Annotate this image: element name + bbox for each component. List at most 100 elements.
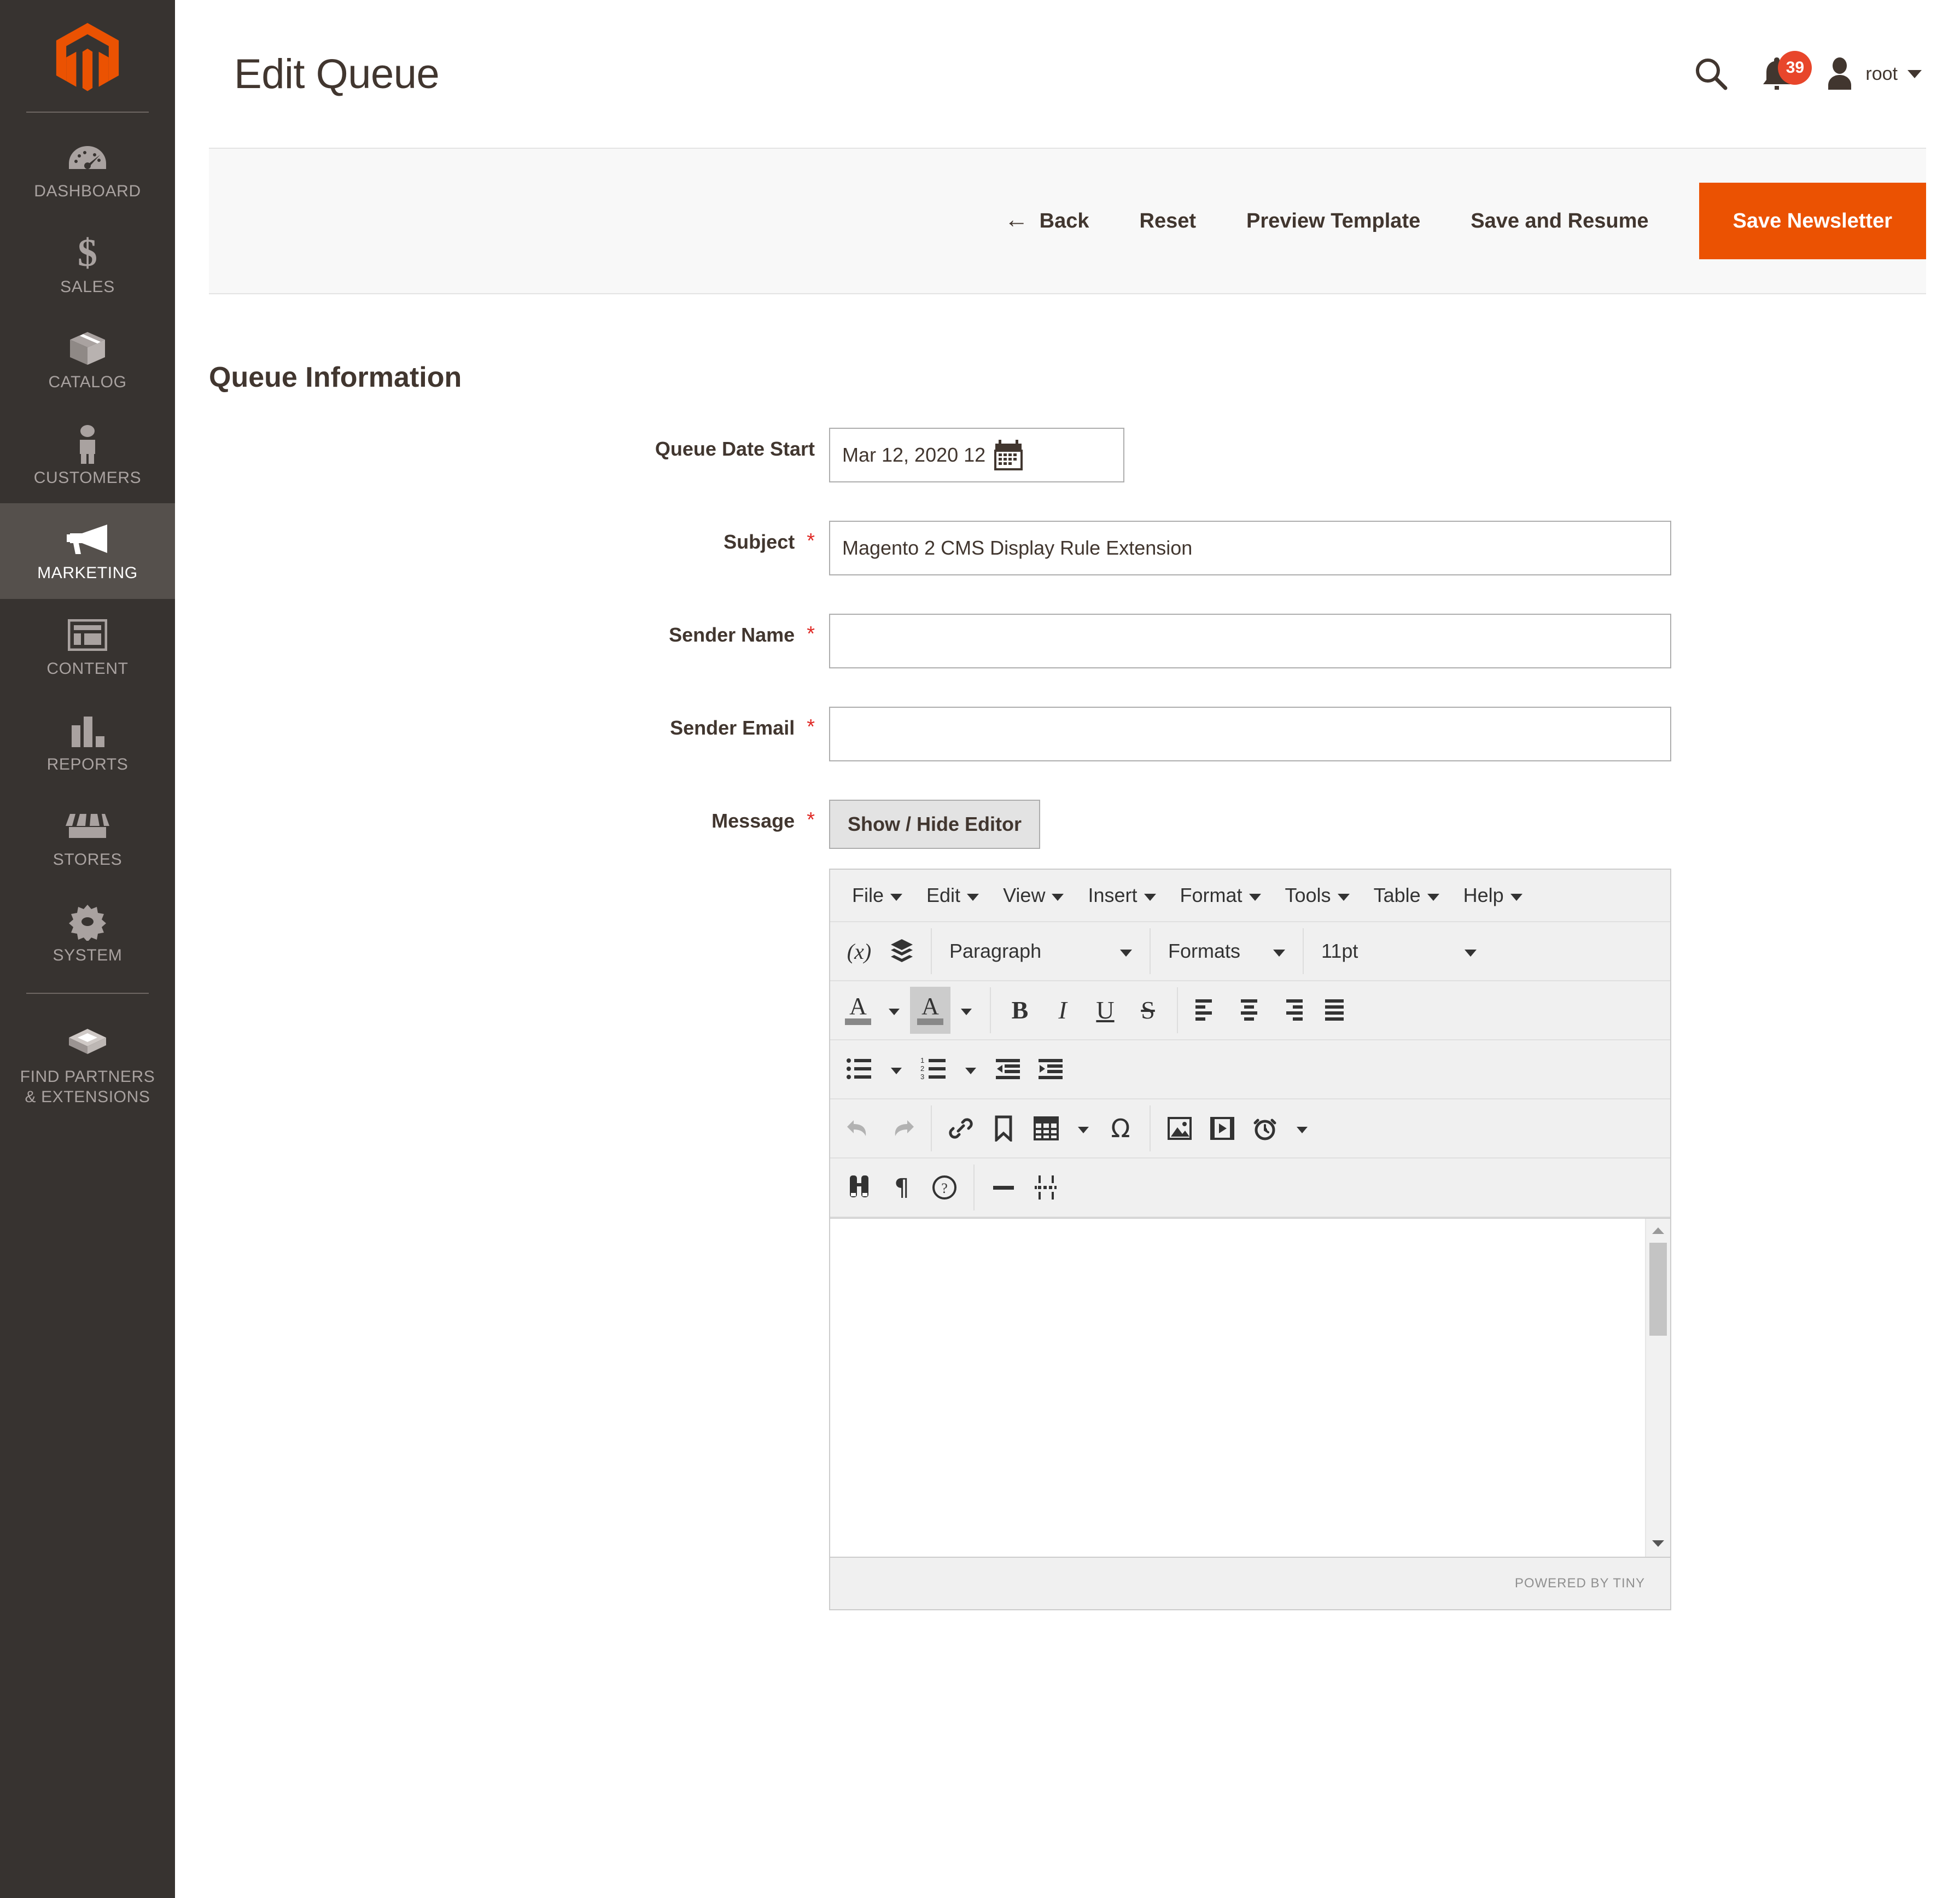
back-button[interactable]: ← Back xyxy=(979,208,1115,233)
sender-name-input[interactable] xyxy=(829,614,1671,668)
chevron-down-icon xyxy=(967,893,979,901)
scroll-down-arrow[interactable] xyxy=(1646,1533,1670,1555)
text-color-dropdown[interactable] xyxy=(878,987,910,1034)
block-format-select[interactable]: Paragraph xyxy=(940,928,1142,975)
insert-datetime-dropdown[interactable] xyxy=(1286,1105,1318,1152)
queue-date-start-label: Queue Date Start xyxy=(655,438,815,460)
chevron-down-icon xyxy=(1427,893,1439,901)
save-and-resume-button[interactable]: Save and Resume xyxy=(1445,209,1673,233)
menu-label: Edit xyxy=(926,884,961,906)
underline-icon[interactable]: U xyxy=(1084,987,1127,1034)
chevron-down-icon xyxy=(1337,893,1350,901)
search-button[interactable] xyxy=(1678,41,1744,107)
show-invisible-chars-icon[interactable]: ¶ xyxy=(880,1164,923,1211)
numbered-list-dropdown[interactable] xyxy=(955,1046,987,1093)
bullet-list-icon[interactable] xyxy=(838,1046,880,1093)
special-character-icon[interactable]: Ω xyxy=(1099,1105,1142,1152)
section-title: Queue Information xyxy=(209,362,462,393)
horizontal-rule-icon[interactable] xyxy=(982,1164,1025,1211)
editor-menu-table[interactable]: Table xyxy=(1362,877,1451,913)
editor-toolbar-row-1: (x) Paragraph Formats 11pt xyxy=(830,922,1670,981)
background-color-dropdown[interactable] xyxy=(950,987,982,1034)
align-right-icon[interactable] xyxy=(1271,987,1314,1034)
sidebar-item-dashboard[interactable]: DASHBOARD xyxy=(0,121,175,217)
editor-menu-tools[interactable]: Tools xyxy=(1273,877,1362,913)
redo-icon[interactable] xyxy=(880,1105,923,1152)
formats-value: Formats xyxy=(1168,940,1241,962)
insert-media-icon[interactable] xyxy=(1201,1105,1244,1152)
insert-image-icon[interactable] xyxy=(1158,1105,1201,1152)
page-header: Edit Queue 39 root xyxy=(175,0,1960,148)
queue-date-start-value: Mar 12, 2020 12 xyxy=(842,444,986,466)
align-center-icon[interactable] xyxy=(1228,987,1271,1034)
chevron-down-icon xyxy=(1052,893,1064,901)
save-newsletter-button[interactable]: Save Newsletter xyxy=(1699,183,1926,259)
sidebar-item-label: SYSTEM xyxy=(52,946,122,964)
italic-icon[interactable]: I xyxy=(1041,987,1084,1034)
undo-icon[interactable] xyxy=(838,1105,880,1152)
magento-logo[interactable] xyxy=(0,0,175,112)
scroll-up-arrow[interactable] xyxy=(1646,1220,1670,1242)
main-content: Edit Queue 39 root ← Back Reset Preview … xyxy=(175,0,1960,1898)
sidebar-item-marketing[interactable]: MARKETING xyxy=(0,503,175,599)
scrollbar-thumb[interactable] xyxy=(1649,1243,1667,1336)
editor-canvas[interactable] xyxy=(830,1219,1645,1557)
font-size-select[interactable]: 11pt xyxy=(1311,928,1486,975)
user-menu[interactable]: root xyxy=(1824,57,1926,91)
decrease-indent-icon[interactable] xyxy=(987,1046,1029,1093)
editor-menu-format[interactable]: Format xyxy=(1168,877,1273,913)
bookmark-icon[interactable] xyxy=(982,1105,1025,1152)
required-marker: * xyxy=(807,529,815,552)
svg-text:1: 1 xyxy=(920,1058,924,1064)
help-icon[interactable]: ? xyxy=(923,1164,966,1211)
svg-text:3: 3 xyxy=(920,1073,924,1081)
sidebar-item-label: FIND PARTNERS & EXTENSIONS xyxy=(20,1068,155,1106)
insert-widget-icon[interactable] xyxy=(880,928,923,975)
sidebar-item-label: MARKETING xyxy=(37,564,138,583)
editor-menu-edit[interactable]: Edit xyxy=(914,877,991,913)
sidebar-item-sales[interactable]: $ SALES xyxy=(0,217,175,313)
editor-menu-view[interactable]: View xyxy=(991,877,1076,913)
sender-email-input[interactable] xyxy=(829,707,1671,761)
bold-icon[interactable]: B xyxy=(999,987,1041,1034)
preview-template-button[interactable]: Preview Template xyxy=(1221,209,1445,233)
align-justify-icon[interactable] xyxy=(1314,987,1356,1034)
editor-menu-help[interactable]: Help xyxy=(1451,877,1535,913)
insert-table-dropdown[interactable] xyxy=(1068,1105,1099,1152)
sidebar-item-reports[interactable]: REPORTS xyxy=(0,695,175,790)
calendar-icon[interactable] xyxy=(994,439,1023,471)
field-row-message: Message * Show / Hide Editor File Edit V… xyxy=(175,800,1960,1610)
editor-menu-file[interactable]: File xyxy=(840,877,914,913)
queue-date-start-input[interactable]: Mar 12, 2020 12 xyxy=(829,428,1124,482)
notifications-button[interactable]: 39 xyxy=(1744,41,1812,107)
sidebar-item-content[interactable]: CONTENT xyxy=(0,599,175,695)
menu-label: Insert xyxy=(1088,884,1138,906)
sidebar-item-customers[interactable]: CUSTOMERS xyxy=(0,408,175,504)
editor-menu-insert[interactable]: Insert xyxy=(1076,877,1168,913)
increase-indent-icon[interactable] xyxy=(1029,1046,1072,1093)
insert-table-icon[interactable] xyxy=(1025,1105,1068,1152)
subject-input[interactable] xyxy=(829,521,1671,575)
background-color-icon[interactable]: A xyxy=(910,987,950,1034)
sidebar-item-catalog[interactable]: CATALOG xyxy=(0,312,175,408)
sidebar-item-find-partners-extensions[interactable]: FIND PARTNERS & EXTENSIONS xyxy=(0,1007,175,1122)
insert-link-icon[interactable] xyxy=(940,1105,982,1152)
editor-vertical-scrollbar[interactable] xyxy=(1645,1219,1670,1557)
insert-datetime-icon[interactable] xyxy=(1244,1105,1286,1152)
formats-select[interactable]: Formats xyxy=(1158,928,1295,975)
text-color-icon[interactable]: A xyxy=(838,987,878,1034)
sidebar-item-system[interactable]: SYSTEM xyxy=(0,886,175,981)
sidebar-item-label: CONTENT xyxy=(46,659,129,678)
search-replace-icon[interactable] xyxy=(838,1164,880,1211)
bullet-list-dropdown[interactable] xyxy=(880,1046,912,1093)
page-break-icon[interactable] xyxy=(1025,1164,1068,1211)
insert-variable-icon[interactable]: (x) xyxy=(838,928,880,975)
align-left-icon[interactable] xyxy=(1186,987,1228,1034)
editor-content-area[interactable] xyxy=(830,1218,1670,1557)
numbered-list-icon[interactable]: 1 2 3 xyxy=(912,1046,955,1093)
strikethrough-icon[interactable]: S xyxy=(1127,987,1169,1034)
reset-button[interactable]: Reset xyxy=(1115,209,1222,233)
sidebar-item-stores[interactable]: STORES xyxy=(0,790,175,886)
show-hide-editor-button[interactable]: Show / Hide Editor xyxy=(829,800,1041,849)
field-control-cell: Mar 12, 2020 12 xyxy=(815,428,1124,482)
